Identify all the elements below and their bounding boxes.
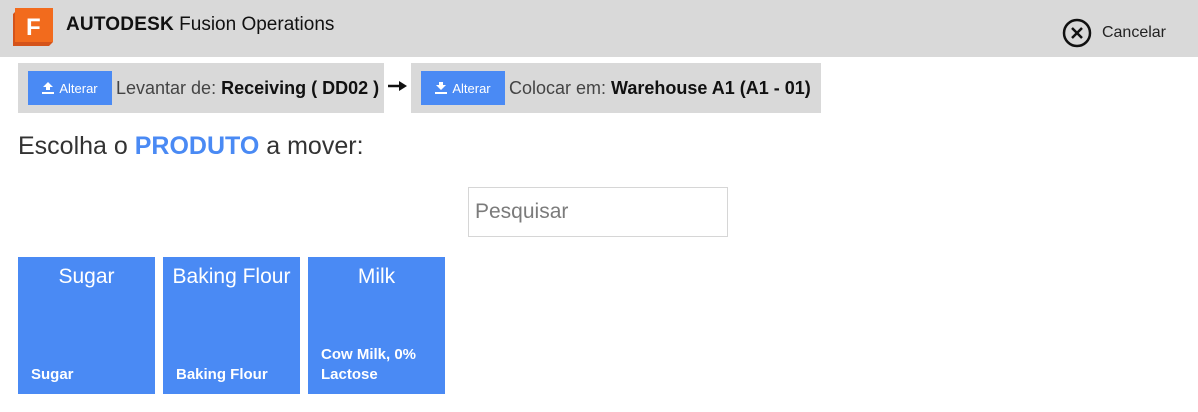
download-icon xyxy=(435,82,448,94)
product-title: Baking Flour xyxy=(172,265,291,288)
product-subtitle: Cow Milk, 0% Lactose xyxy=(321,346,417,383)
product-tile-baking-flour[interactable]: Baking Flour Baking Flour xyxy=(163,257,300,394)
place-location-panel: Alterar Colocar em: Warehouse A1 (A1 - 0… xyxy=(411,63,821,113)
place-location-value: Warehouse A1 (A1 - 01) xyxy=(611,77,811,98)
product-title: Milk xyxy=(357,265,396,288)
logo-letter: F xyxy=(26,14,41,41)
app-title: AUTODESK Fusion Operations xyxy=(66,14,334,36)
pick-location-panel: Alterar Levantar de: Receiving ( DD02 ) xyxy=(18,63,384,113)
product-subtitle: Sugar xyxy=(31,366,74,383)
cancel-label: Cancelar xyxy=(1101,24,1166,41)
header-bar: F AUTODESK Fusion Operations Cancelar xyxy=(0,0,1198,57)
product-tile-sugar[interactable]: Sugar Sugar xyxy=(18,257,155,394)
fusion-logo-icon: F xyxy=(13,8,55,48)
upload-icon xyxy=(42,82,55,94)
search-input[interactable] xyxy=(468,187,728,237)
product-title: Sugar xyxy=(58,265,115,288)
change-pick-label: Alterar xyxy=(59,80,98,96)
change-place-location-button[interactable]: Alterar xyxy=(421,71,505,105)
pick-location-value: Receiving ( DD02 ) xyxy=(221,77,380,98)
change-place-label: Alterar xyxy=(452,80,491,96)
page-title: Escolha o PRODUTO a mover: xyxy=(18,132,364,161)
place-location-label: Colocar em: xyxy=(509,77,607,98)
close-circle-icon xyxy=(1062,18,1092,48)
prompt-before: Escolha o xyxy=(18,132,135,160)
arrow-right-icon xyxy=(388,81,407,91)
pick-location-label: Levantar de: xyxy=(116,77,217,98)
prompt-after: a mover: xyxy=(259,132,364,160)
product-name: Fusion Operations xyxy=(173,14,335,35)
brand-name: AUTODESK xyxy=(66,14,174,35)
prompt-highlight: PRODUTO xyxy=(134,132,260,160)
product-tile-milk[interactable]: Milk Cow Milk, 0% Lactose xyxy=(308,257,445,394)
change-pick-location-button[interactable]: Alterar xyxy=(28,71,112,105)
cancel-button[interactable]: Cancelar xyxy=(1062,18,1166,48)
product-subtitle: Baking Flour xyxy=(176,366,268,383)
